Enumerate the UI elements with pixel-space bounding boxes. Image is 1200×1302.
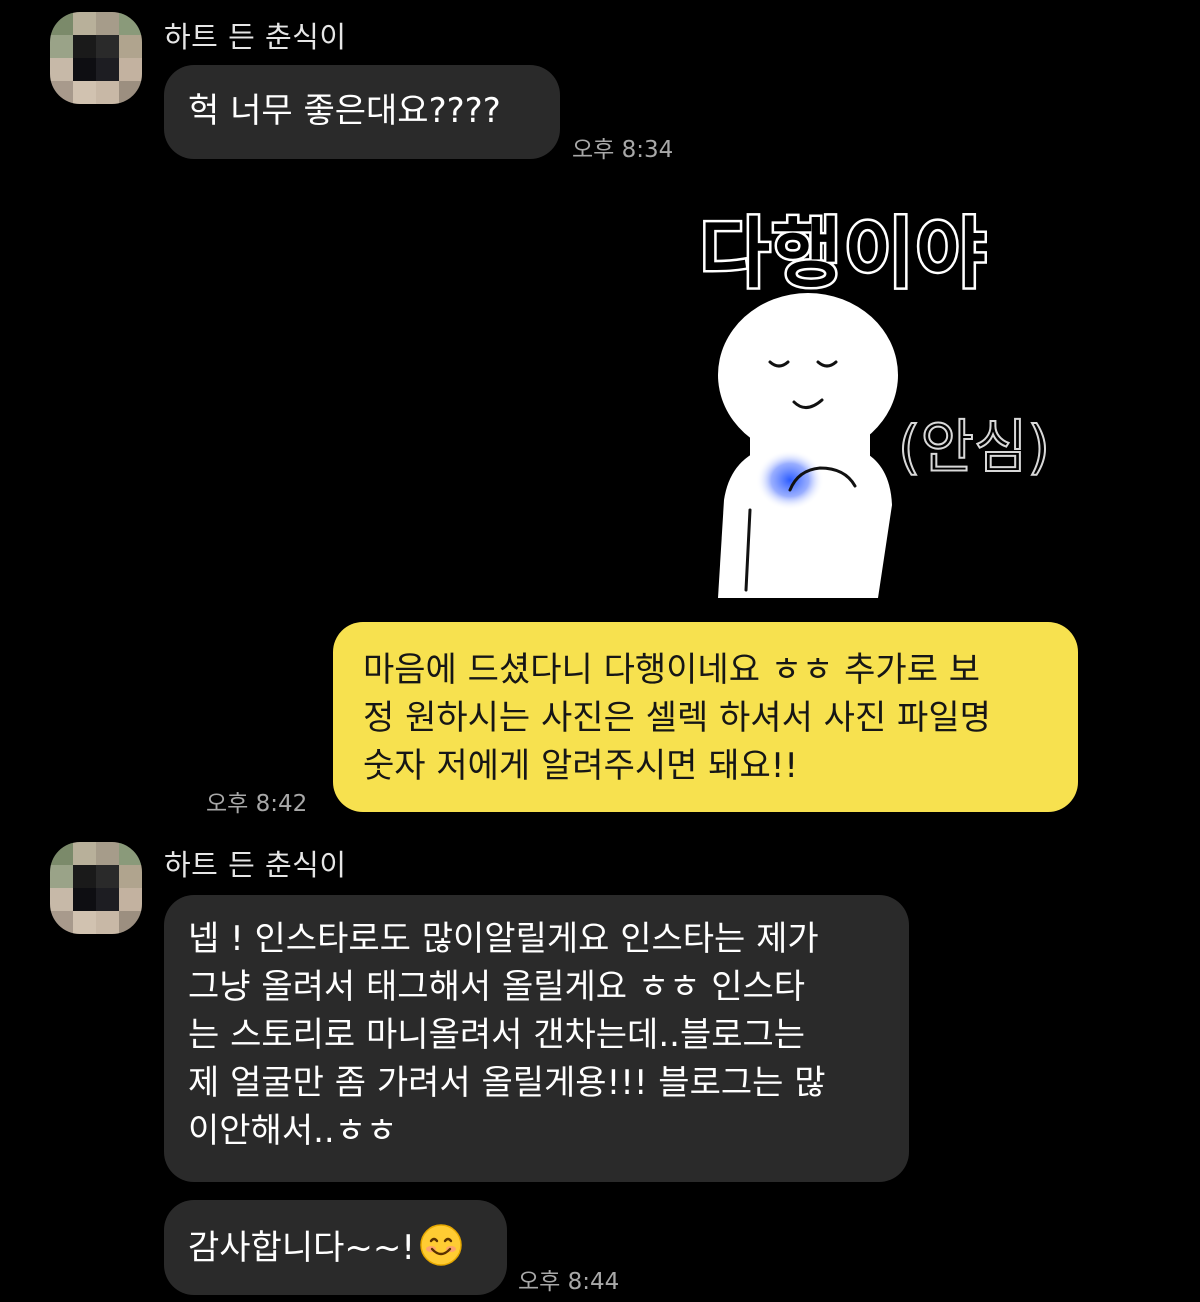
- message-bubble-incoming[interactable]: 헉 너무 좋은대요????: [164, 65, 560, 159]
- message-bubble-incoming[interactable]: 감사합니다~~!: [164, 1200, 507, 1295]
- message-text: 헉 너무 좋은대요????: [188, 91, 501, 131]
- message-bubble-incoming[interactable]: 넵 ! 인스타로도 많이알릴게요 인스타는 제가 그냥 올려서 태그해서 올릴게…: [164, 895, 909, 1182]
- sticker-title: 다행이야: [698, 207, 989, 301]
- message-text-line: 그냥 올려서 태그해서 올릴게요 ㅎㅎ 인스타: [188, 967, 806, 1007]
- message-timestamp: 오후 8:34: [572, 137, 674, 163]
- message-text-line: 이안해서..ㅎㅎ: [188, 1111, 398, 1151]
- message-timestamp: 오후 8:42: [206, 791, 308, 817]
- message-text-line: 넵 ! 인스타로도 많이알릴게요 인스타는 제가: [188, 919, 819, 959]
- message-text-line: 정 원하시는 사진은 셀렉 하셔서 사진 파일명: [363, 698, 991, 738]
- message-bubble-outgoing[interactable]: 마음에 드셨다니 다행이네요 ㅎㅎ 추가로 보 정 원하시는 사진은 셀렉 하셔…: [333, 622, 1078, 812]
- contact-avatar[interactable]: [50, 842, 142, 934]
- message-text: 감사합니다~~!: [188, 1223, 483, 1272]
- smiling-face-icon: [420, 1224, 462, 1266]
- sticker-note: (안심): [897, 412, 1051, 482]
- message-timestamp: 오후 8:44: [518, 1269, 620, 1295]
- message-text-line: 는 스토리로 마니올려서 갠차는데..블로그는: [188, 1015, 806, 1055]
- message-text-line: 제 얼굴만 좀 가려서 올릴게용!!! 블로그는 많: [188, 1063, 826, 1103]
- contact-avatar[interactable]: [50, 12, 142, 104]
- chat-screen: 하트 든 춘식이 헉 너무 좋은대요???? 오후 8:34 다행이야 (안심)…: [0, 0, 1200, 1302]
- message-text-line: 마음에 드셨다니 다행이네요 ㅎㅎ 추가로 보: [363, 650, 981, 690]
- sender-name: 하트 든 춘식이: [164, 20, 347, 54]
- sender-name: 하트 든 춘식이: [164, 848, 347, 882]
- message-text-line: 숫자 저에게 알려주시면 돼요!!: [363, 746, 799, 786]
